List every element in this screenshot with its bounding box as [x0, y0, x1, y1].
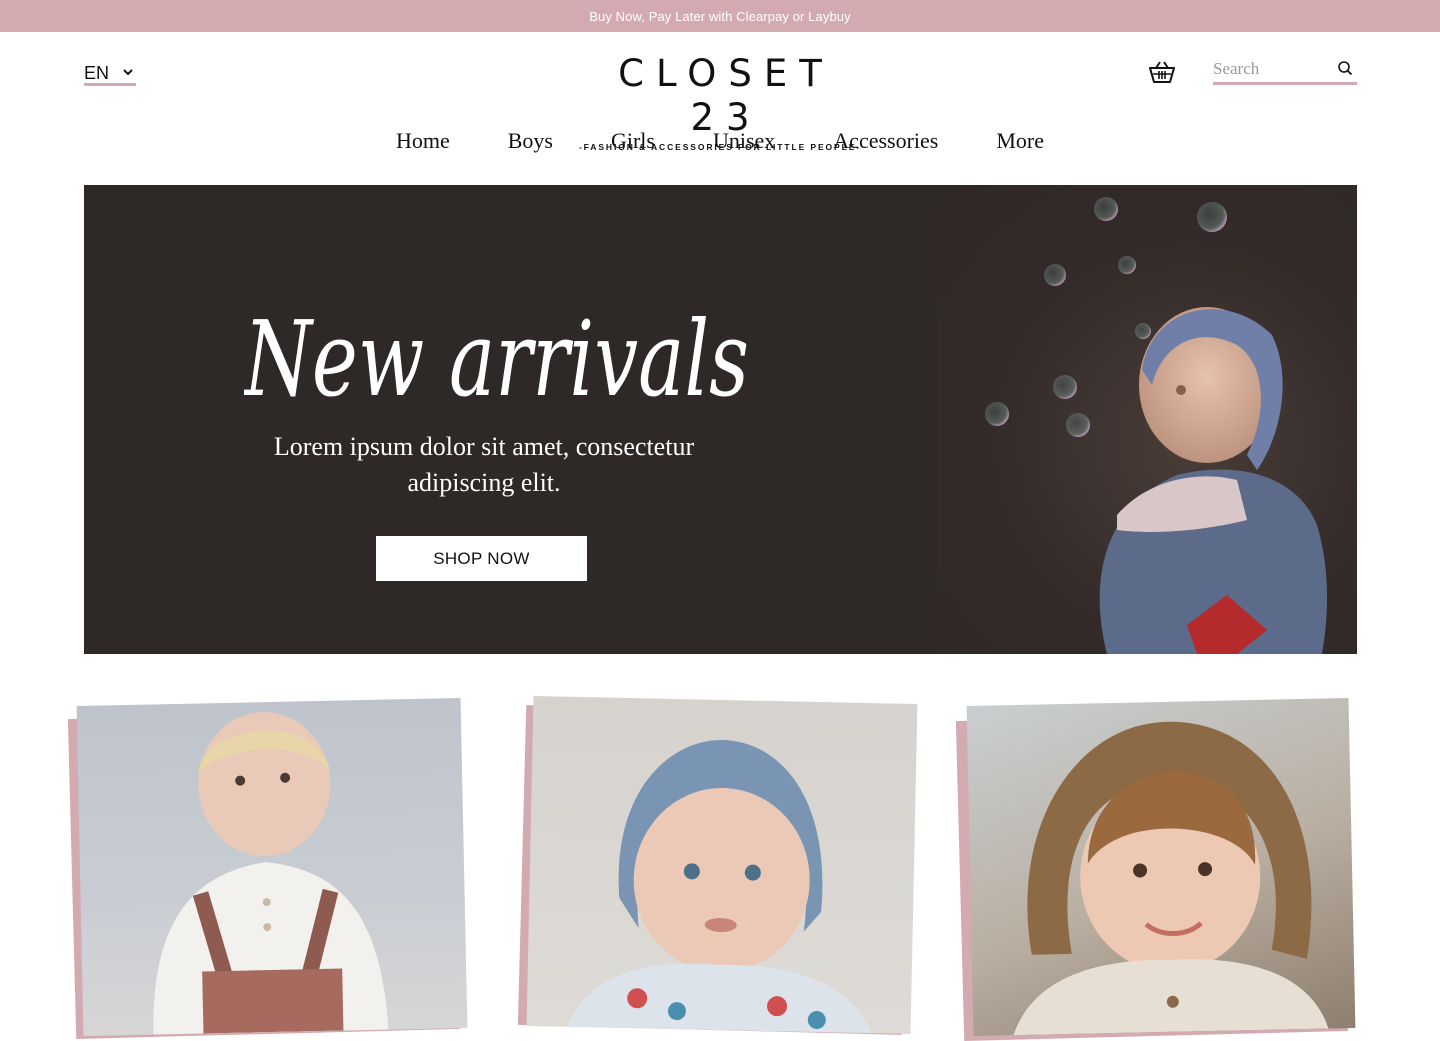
hero-title-text: New arrivals: [244, 298, 749, 420]
product-photo-fur-hood: [966, 698, 1356, 1036]
hero-banner: New arrivals Lorem ipsum dolor sit amet,…: [84, 185, 1357, 654]
nav-item-more[interactable]: More: [996, 124, 1044, 164]
search-box: [1213, 56, 1357, 85]
language-label: EN: [84, 62, 110, 83]
shop-now-button[interactable]: SHOP NOW: [376, 536, 587, 581]
nav-item-accessories[interactable]: Accessories: [833, 124, 938, 164]
search-icon[interactable]: [1337, 60, 1353, 76]
product-card[interactable]: [955, 698, 1358, 1041]
girl-in-fur-hood-illustration: [1013, 721, 1329, 1036]
brand-logo[interactable]: CLOSET 23 -FASHION & ACCESSORIES FOR LIT…: [560, 52, 880, 152]
baby-in-bonnet-illustration: [566, 739, 872, 1034]
hero-subtitle: Lorem ipsum dolor sit amet, consectetur …: [254, 429, 714, 501]
promo-text: Buy Now, Pay Later with Clearpay or Layb…: [589, 8, 851, 24]
product-photo-boy: [76, 698, 468, 1036]
nav-item-boys[interactable]: Boys: [508, 124, 553, 164]
chevron-down-icon: [123, 69, 133, 76]
language-selector[interactable]: EN: [84, 60, 136, 86]
boy-in-pinafore-illustration: [153, 712, 389, 1035]
product-card[interactable]: [67, 698, 470, 1039]
hero-subtitle-line-2: adipiscing elit.: [407, 468, 561, 497]
main-nav: Home Boys Girls Unisex Accessories More: [0, 124, 1440, 164]
search-input[interactable]: [1213, 56, 1333, 82]
hero-subtitle-line-1: Lorem ipsum dolor sit amet, consectetur: [273, 432, 695, 461]
basket-icon[interactable]: [1149, 60, 1175, 84]
hero-script-title: New arrivals: [244, 298, 749, 420]
product-photo-bonnet: [526, 696, 918, 1034]
nav-item-unisex[interactable]: Unisex: [713, 124, 775, 164]
promo-bar: Buy Now, Pay Later with Clearpay or Layb…: [0, 0, 1440, 32]
nav-item-girls[interactable]: Girls: [611, 124, 655, 164]
product-card[interactable]: [517, 696, 922, 1035]
child-bubbles-illustration: [985, 197, 1327, 654]
hero-photo: [937, 185, 1357, 654]
nav-item-home[interactable]: Home: [389, 124, 452, 164]
